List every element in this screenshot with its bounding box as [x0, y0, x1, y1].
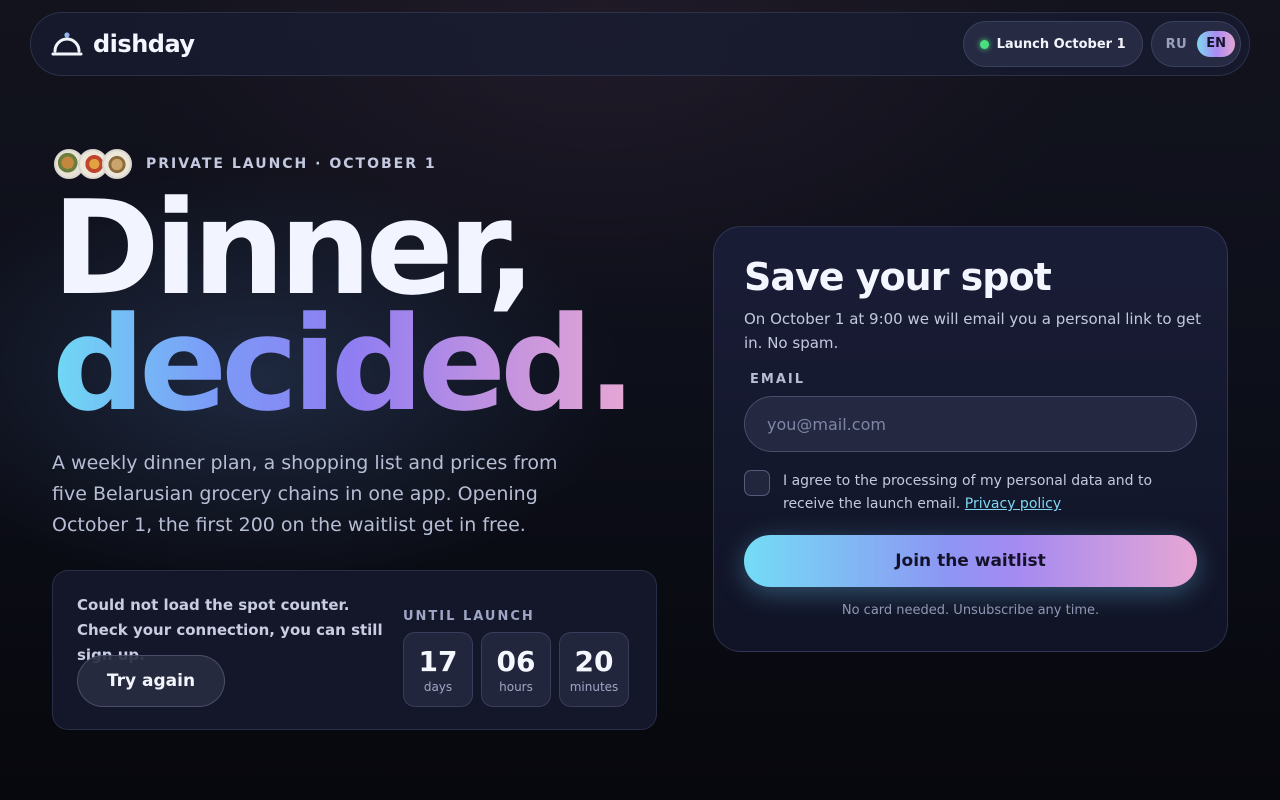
hero-eyebrow: PRIVATE LAUNCH · OCTOBER 1: [146, 156, 437, 172]
try-again-button[interactable]: Try again: [77, 655, 225, 707]
hero-subtitle: A weekly dinner plan, a shopping list an…: [52, 452, 558, 536]
countdown-unit: minutes: [569, 679, 619, 694]
language-switcher: RU EN: [1150, 21, 1241, 67]
brand-name: dishday: [93, 30, 195, 58]
cloche-icon: [51, 31, 83, 57]
brand[interactable]: dishday: [51, 30, 195, 58]
email-label: EMAIL: [750, 372, 805, 387]
headline-line-2: decided.: [52, 288, 637, 440]
status-dot-icon: [979, 39, 989, 49]
countdown-hours: 06 hours: [481, 632, 551, 707]
consent-checkbox[interactable]: [744, 470, 770, 496]
privacy-policy-link[interactable]: Privacy policy: [965, 496, 1061, 512]
email-field[interactable]: [744, 396, 1197, 452]
consent-row: I agree to the processing of my personal…: [744, 470, 1199, 516]
launch-date-pill: Launch October 1: [962, 21, 1143, 67]
countdown-minutes: 20 minutes: [559, 632, 629, 707]
signup-fineprint: No card needed. Unsubscribe any time.: [841, 603, 1100, 618]
signup-description: On October 1 at 9:00 we will email you a…: [744, 310, 1202, 352]
signup-title: Save your spot: [744, 255, 1052, 299]
top-navbar: dishday Launch October 1 RU EN: [30, 12, 1250, 76]
lang-option-en[interactable]: EN: [1197, 31, 1235, 57]
until-launch-label: UNTIL LAUNCH: [403, 609, 535, 624]
lang-option-ru[interactable]: RU: [1166, 37, 1188, 52]
waitlist-signup-card: Save your spot On October 1 at 9:00 we w…: [713, 226, 1228, 652]
consent-text: I agree to the processing of my personal…: [783, 470, 1199, 516]
countdown-value: 17: [418, 644, 458, 678]
spot-counter-card: Could not load the spot counter. Check y…: [52, 570, 657, 730]
countdown-value: 06: [496, 644, 536, 678]
hero-headline: Dinner, decided.: [52, 183, 637, 440]
countdown-unit: days: [423, 679, 453, 694]
countdown-days: 17 days: [403, 632, 473, 707]
countdown-unit: hours: [499, 679, 533, 694]
launch-pill-label: Launch October 1: [996, 36, 1126, 52]
header-actions: Launch October 1 RU EN: [962, 21, 1241, 67]
countdown-value: 20: [574, 644, 614, 678]
join-waitlist-button[interactable]: Join the waitlist: [744, 535, 1197, 587]
launch-countdown: 17 days 06 hours 20 minutes: [403, 632, 629, 707]
